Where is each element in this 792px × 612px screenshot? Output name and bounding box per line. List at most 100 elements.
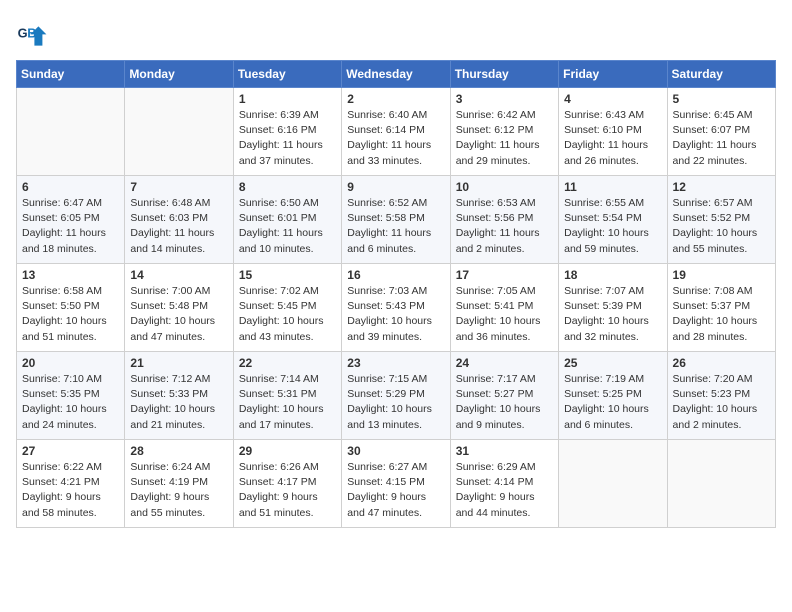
day-number: 11 <box>564 180 661 194</box>
calendar-cell: 11 Sunrise: 6:55 AM Sunset: 5:54 PM Dayli… <box>559 176 667 264</box>
weekday-header-tuesday: Tuesday <box>233 61 341 88</box>
calendar-cell: 10 Sunrise: 6:53 AM Sunset: 5:56 PM Dayli… <box>450 176 558 264</box>
calendar-cell: 12Sunrise: 6:57 AM Sunset: 5:52 PM Dayli… <box>667 176 775 264</box>
calendar-cell: 16 Sunrise: 7:03 AM Sunset: 5:43 PM Dayli… <box>342 264 450 352</box>
day-info: Sunrise: 7:19 AM Sunset: 5:25 PM Dayligh… <box>564 372 661 433</box>
day-number: 19 <box>673 268 770 282</box>
day-info: Sunrise: 6:40 AM Sunset: 6:14 PM Dayligh… <box>347 108 444 169</box>
calendar-cell: 31 Sunrise: 6:29 AM Sunset: 4:14 PM Dayli… <box>450 440 558 528</box>
calendar-header-row: SundayMondayTuesdayWednesdayThursdayFrid… <box>17 61 776 88</box>
weekday-header-sunday: Sunday <box>17 61 125 88</box>
calendar-cell: 25 Sunrise: 7:19 AM Sunset: 5:25 PM Dayli… <box>559 352 667 440</box>
day-info: Sunrise: 6:29 AM Sunset: 4:14 PM Dayligh… <box>456 460 553 521</box>
calendar-cell: 17 Sunrise: 7:05 AM Sunset: 5:41 PM Dayli… <box>450 264 558 352</box>
calendar-cell <box>559 440 667 528</box>
day-number: 31 <box>456 444 553 458</box>
day-number: 12 <box>673 180 770 194</box>
day-number: 2 <box>347 92 444 106</box>
svg-text:G: G <box>18 26 28 41</box>
calendar-cell: 23 Sunrise: 7:15 AM Sunset: 5:29 PM Dayli… <box>342 352 450 440</box>
calendar-cell: 24Sunrise: 7:17 AM Sunset: 5:27 PM Dayli… <box>450 352 558 440</box>
day-info: Sunrise: 7:08 AM Sunset: 5:37 PM Dayligh… <box>673 284 770 345</box>
day-info: Sunrise: 6:42 AM Sunset: 6:12 PM Dayligh… <box>456 108 553 169</box>
day-info: Sunrise: 6:47 AM Sunset: 6:05 PM Dayligh… <box>22 196 119 257</box>
calendar-cell: 13 Sunrise: 6:58 AM Sunset: 5:50 PM Dayli… <box>17 264 125 352</box>
weekday-header-wednesday: Wednesday <box>342 61 450 88</box>
day-info: Sunrise: 7:12 AM Sunset: 5:33 PM Dayligh… <box>130 372 227 433</box>
day-number: 21 <box>130 356 227 370</box>
day-info: Sunrise: 7:15 AM Sunset: 5:29 PM Dayligh… <box>347 372 444 433</box>
logo-icon: G B <box>16 20 48 52</box>
calendar-cell: 6 Sunrise: 6:47 AM Sunset: 6:05 PM Daylig… <box>17 176 125 264</box>
day-number: 29 <box>239 444 336 458</box>
calendar-cell: 19 Sunrise: 7:08 AM Sunset: 5:37 PM Dayli… <box>667 264 775 352</box>
day-info: Sunrise: 7:10 AM Sunset: 5:35 PM Dayligh… <box>22 372 119 433</box>
day-info: Sunrise: 6:39 AM Sunset: 6:16 PM Dayligh… <box>239 108 336 169</box>
calendar-cell: 22 Sunrise: 7:14 AM Sunset: 5:31 PM Dayli… <box>233 352 341 440</box>
day-info: Sunrise: 6:24 AM Sunset: 4:19 PM Dayligh… <box>130 460 227 521</box>
weekday-header-thursday: Thursday <box>450 61 558 88</box>
day-info: Sunrise: 6:22 AM Sunset: 4:21 PM Dayligh… <box>22 460 119 521</box>
day-info: Sunrise: 7:05 AM Sunset: 5:41 PM Dayligh… <box>456 284 553 345</box>
calendar-cell: 26 Sunrise: 7:20 AM Sunset: 5:23 PM Dayli… <box>667 352 775 440</box>
day-info: Sunrise: 6:58 AM Sunset: 5:50 PM Dayligh… <box>22 284 119 345</box>
calendar-cell <box>667 440 775 528</box>
day-info: Sunrise: 6:26 AM Sunset: 4:17 PM Dayligh… <box>239 460 336 521</box>
calendar-cell: 20 Sunrise: 7:10 AM Sunset: 5:35 PM Dayli… <box>17 352 125 440</box>
day-info: Sunrise: 7:07 AM Sunset: 5:39 PM Dayligh… <box>564 284 661 345</box>
day-info: Sunrise: 6:45 AM Sunset: 6:07 PM Dayligh… <box>673 108 770 169</box>
day-info: Sunrise: 7:03 AM Sunset: 5:43 PM Dayligh… <box>347 284 444 345</box>
weekday-header-friday: Friday <box>559 61 667 88</box>
day-number: 25 <box>564 356 661 370</box>
day-number: 16 <box>347 268 444 282</box>
weekday-header-saturday: Saturday <box>667 61 775 88</box>
day-number: 6 <box>22 180 119 194</box>
calendar-cell: 28 Sunrise: 6:24 AM Sunset: 4:19 PM Dayli… <box>125 440 233 528</box>
day-info: Sunrise: 6:48 AM Sunset: 6:03 PM Dayligh… <box>130 196 227 257</box>
day-number: 5 <box>673 92 770 106</box>
calendar-cell: 18 Sunrise: 7:07 AM Sunset: 5:39 PM Dayli… <box>559 264 667 352</box>
calendar-cell: 2 Sunrise: 6:40 AM Sunset: 6:14 PM Daylig… <box>342 88 450 176</box>
day-info: Sunrise: 6:50 AM Sunset: 6:01 PM Dayligh… <box>239 196 336 257</box>
day-info: Sunrise: 6:43 AM Sunset: 6:10 PM Dayligh… <box>564 108 661 169</box>
day-number: 10 <box>456 180 553 194</box>
calendar-week-row: 27 Sunrise: 6:22 AM Sunset: 4:21 PM Dayli… <box>17 440 776 528</box>
day-number: 18 <box>564 268 661 282</box>
day-number: 9 <box>347 180 444 194</box>
day-number: 7 <box>130 180 227 194</box>
calendar-cell: 21 Sunrise: 7:12 AM Sunset: 5:33 PM Dayli… <box>125 352 233 440</box>
day-info: Sunrise: 7:20 AM Sunset: 5:23 PM Dayligh… <box>673 372 770 433</box>
day-number: 27 <box>22 444 119 458</box>
calendar-cell: 1 Sunrise: 6:39 AM Sunset: 6:16 PM Daylig… <box>233 88 341 176</box>
day-number: 28 <box>130 444 227 458</box>
day-info: Sunrise: 6:55 AM Sunset: 5:54 PM Dayligh… <box>564 196 661 257</box>
logo: G B <box>16 20 52 52</box>
weekday-header-monday: Monday <box>125 61 233 88</box>
day-number: 26 <box>673 356 770 370</box>
calendar-cell: 5 Sunrise: 6:45 AM Sunset: 6:07 PM Daylig… <box>667 88 775 176</box>
day-number: 15 <box>239 268 336 282</box>
calendar-cell: 3 Sunrise: 6:42 AM Sunset: 6:12 PM Daylig… <box>450 88 558 176</box>
day-info: Sunrise: 6:53 AM Sunset: 5:56 PM Dayligh… <box>456 196 553 257</box>
day-number: 8 <box>239 180 336 194</box>
day-number: 22 <box>239 356 336 370</box>
day-number: 20 <box>22 356 119 370</box>
calendar-cell: 30Sunrise: 6:27 AM Sunset: 4:15 PM Dayli… <box>342 440 450 528</box>
day-info: Sunrise: 6:52 AM Sunset: 5:58 PM Dayligh… <box>347 196 444 257</box>
day-number: 17 <box>456 268 553 282</box>
calendar-cell: 14 Sunrise: 7:00 AM Sunset: 5:48 PM Dayli… <box>125 264 233 352</box>
day-number: 13 <box>22 268 119 282</box>
calendar-cell <box>17 88 125 176</box>
calendar-cell: 9 Sunrise: 6:52 AM Sunset: 5:58 PM Daylig… <box>342 176 450 264</box>
day-number: 3 <box>456 92 553 106</box>
calendar-cell: 8 Sunrise: 6:50 AM Sunset: 6:01 PM Daylig… <box>233 176 341 264</box>
day-info: Sunrise: 7:02 AM Sunset: 5:45 PM Dayligh… <box>239 284 336 345</box>
day-info: Sunrise: 7:00 AM Sunset: 5:48 PM Dayligh… <box>130 284 227 345</box>
day-number: 14 <box>130 268 227 282</box>
calendar-table: SundayMondayTuesdayWednesdayThursdayFrid… <box>16 60 776 528</box>
day-number: 1 <box>239 92 336 106</box>
calendar-cell: 7 Sunrise: 6:48 AM Sunset: 6:03 PM Daylig… <box>125 176 233 264</box>
day-info: Sunrise: 7:14 AM Sunset: 5:31 PM Dayligh… <box>239 372 336 433</box>
day-number: 23 <box>347 356 444 370</box>
calendar-cell: 15 Sunrise: 7:02 AM Sunset: 5:45 PM Dayli… <box>233 264 341 352</box>
